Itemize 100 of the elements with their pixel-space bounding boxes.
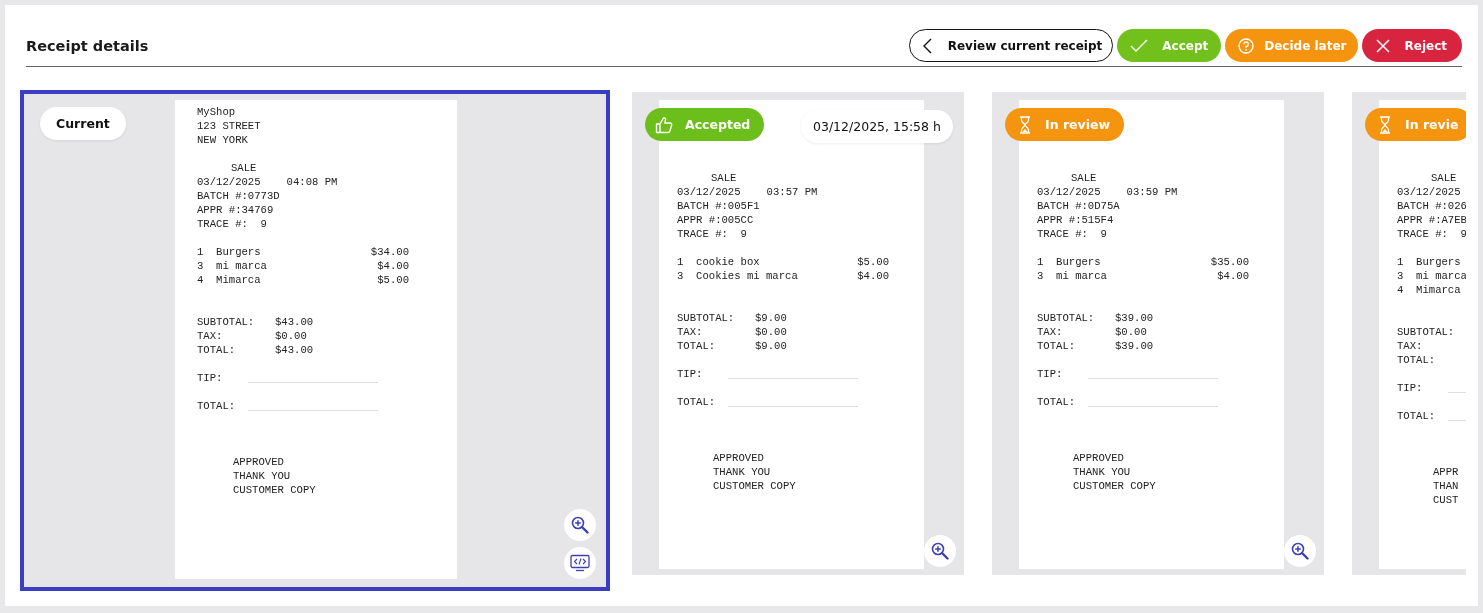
zoom-in-icon bbox=[931, 542, 949, 560]
item-name: 1 Burgers bbox=[197, 245, 261, 259]
total-label: TOTAL: bbox=[1037, 339, 1077, 353]
status-badge: In revie bbox=[1365, 108, 1466, 141]
receipt-line: SALE bbox=[1070, 171, 1098, 185]
receipt-line: APPROVED bbox=[712, 451, 765, 465]
receipt-line: 123 STREET bbox=[197, 119, 262, 133]
chevron-left-icon bbox=[921, 37, 934, 54]
receipt-line: TRACE #: 9 bbox=[1397, 227, 1466, 241]
item-price: $5.00 bbox=[857, 255, 889, 269]
receipt-time: 03:57 PM bbox=[766, 185, 818, 199]
receipt-date: 03/12/2025 bbox=[1397, 185, 1461, 199]
receipt-line: THANK YOU bbox=[1072, 465, 1132, 479]
question-icon bbox=[1238, 37, 1255, 54]
total-value: $43.00 bbox=[275, 343, 314, 357]
thumbs-up-icon bbox=[655, 115, 673, 134]
total-label: SUBTOTAL: bbox=[197, 315, 256, 329]
item-name: 3 Cookies mi marca bbox=[677, 269, 798, 283]
item-name: 4 Mimarca bbox=[1397, 283, 1461, 297]
receipt-line: APPR #:515F4 bbox=[1037, 213, 1115, 227]
zoom-button[interactable] bbox=[564, 509, 596, 541]
item-name: 1 cookie box bbox=[677, 255, 760, 269]
item-price: $4.00 bbox=[377, 259, 409, 273]
receipt-line: THAN bbox=[1432, 479, 1460, 493]
total-label: TOTAL: bbox=[197, 343, 237, 357]
item-price: $35.00 bbox=[1210, 255, 1249, 269]
receipt-line: BATCH #:026 bbox=[1397, 199, 1466, 213]
receipt-line: MyShop bbox=[197, 105, 237, 119]
receipt-line: BATCH #:0773D bbox=[197, 189, 281, 203]
total-value: $43.00 bbox=[275, 315, 314, 329]
item-name: 3 mi marca bbox=[1037, 269, 1107, 283]
total-label: SUBTOTAL: bbox=[677, 311, 736, 325]
sign-label: TOTAL: bbox=[197, 399, 237, 413]
item-name: 4 Mimarca bbox=[197, 273, 261, 287]
check-icon bbox=[1130, 38, 1149, 53]
receipt-line: SALE bbox=[710, 171, 738, 185]
total-value: $9.00 bbox=[755, 339, 787, 353]
zoom-button[interactable] bbox=[1284, 535, 1316, 567]
receipt-date: 03/12/2025 bbox=[1037, 185, 1101, 199]
total-value: $39.00 bbox=[1115, 311, 1154, 325]
sign-label: TIP: bbox=[197, 371, 224, 385]
sign-label: TOTAL: bbox=[677, 395, 717, 409]
total-label: SUBTOTAL: bbox=[1037, 311, 1096, 325]
zoom-in-icon bbox=[571, 516, 589, 534]
zoom-in-icon bbox=[1291, 542, 1309, 560]
total-label: TOTAL: bbox=[677, 339, 717, 353]
reject-button[interactable]: Reject bbox=[1361, 29, 1462, 62]
receipt-line: THANK YOU bbox=[232, 469, 292, 483]
total-value: $39.00 bbox=[1115, 339, 1154, 353]
hourglass-icon bbox=[1019, 115, 1031, 134]
total-value: $0.00 bbox=[275, 329, 307, 343]
sign-label: TOTAL: bbox=[1037, 395, 1077, 409]
code-screen-icon bbox=[570, 554, 590, 572]
receipt-line: APPR #:005CC bbox=[677, 213, 755, 227]
item-name: 3 mi marca bbox=[197, 259, 267, 273]
receipt-date: 03/12/2025 bbox=[197, 175, 261, 189]
sign-label: TOTAL: bbox=[1397, 409, 1437, 423]
receipt-line: BATCH #:0D75A bbox=[1037, 199, 1121, 213]
hourglass-icon bbox=[1379, 115, 1391, 134]
receipt-line: APPROVED bbox=[1072, 451, 1125, 465]
close-icon bbox=[1374, 37, 1391, 54]
receipt-line: CUSTOMER COPY bbox=[1072, 479, 1157, 493]
total-label: TAX: bbox=[1037, 325, 1064, 339]
item-price: $4.00 bbox=[857, 269, 889, 283]
receipt-line: TRACE #: 9 bbox=[1037, 227, 1108, 241]
total-label: TOTAL: bbox=[1397, 353, 1437, 367]
sign-label: TIP: bbox=[677, 367, 704, 381]
total-value: $0.00 bbox=[1115, 325, 1147, 339]
zoom-button[interactable] bbox=[924, 535, 956, 567]
total-value: $9.00 bbox=[755, 311, 787, 325]
total-label: TAX: bbox=[1397, 339, 1424, 353]
receipt-line: BATCH #:005F1 bbox=[677, 199, 761, 213]
code-view-button[interactable] bbox=[564, 547, 596, 579]
receipt-line: CUSTOMER COPY bbox=[712, 479, 797, 493]
receipt-line: APPR #:34769 bbox=[197, 203, 275, 217]
receipt-line: NEW YORK bbox=[197, 133, 249, 147]
current-label: Current bbox=[40, 107, 126, 140]
sign-label: TIP: bbox=[1397, 381, 1424, 395]
receipt-date: 03/12/2025 bbox=[677, 185, 741, 199]
section-title: Receipt details bbox=[26, 37, 149, 54]
total-label: TAX: bbox=[197, 329, 224, 343]
receipt-line: CUSTOMER COPY bbox=[232, 483, 317, 497]
item-price: $34.00 bbox=[370, 245, 409, 259]
receipt-line: TRACE #: 9 bbox=[197, 217, 268, 231]
receipt-time: 04:08 PM bbox=[286, 175, 338, 189]
receipt-line: CUST bbox=[1432, 493, 1460, 507]
item-name: 3 mi marca bbox=[1397, 269, 1466, 283]
receipt-line: APPROVED bbox=[232, 455, 285, 469]
receipt-line: TRACE #: 9 bbox=[677, 227, 748, 241]
receipt-line: SALE bbox=[230, 161, 258, 175]
receipt-time: 03:59 PM bbox=[1126, 185, 1178, 199]
total-label: TAX: bbox=[677, 325, 704, 339]
receipt-line: APPR bbox=[1432, 465, 1460, 479]
item-price: $5.00 bbox=[377, 273, 409, 287]
review-button[interactable]: Review current receipt bbox=[908, 29, 1114, 62]
item-price: $4.00 bbox=[1217, 269, 1249, 283]
total-value: $0.00 bbox=[755, 325, 787, 339]
receipt-line: APPR #:A7EB bbox=[1397, 213, 1466, 227]
receipt-line: SALE bbox=[1430, 171, 1458, 185]
sign-label: TIP: bbox=[1037, 367, 1064, 381]
